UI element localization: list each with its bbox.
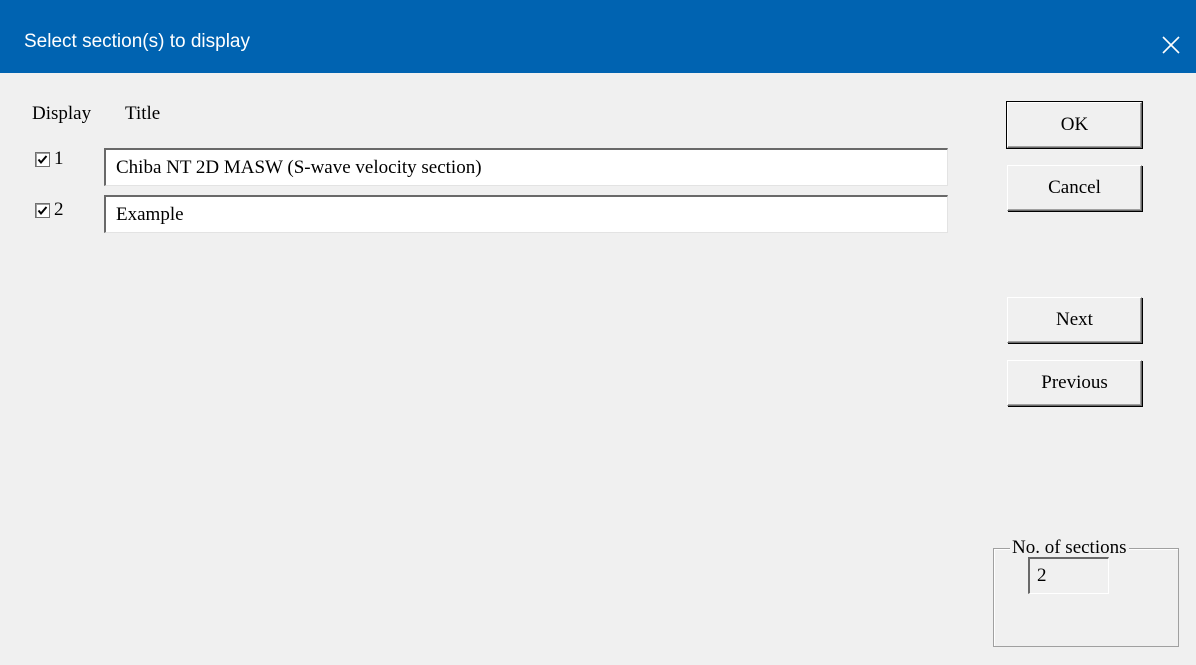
title-bar: Select section(s) to display <box>0 0 1196 73</box>
ok-button[interactable]: OK <box>1006 101 1143 149</box>
checkmark-icon <box>37 206 48 216</box>
close-button[interactable] <box>1146 22 1196 68</box>
title-column-header: Title <box>125 103 161 124</box>
section-title-input-1[interactable] <box>104 148 948 186</box>
previous-button[interactable]: Previous <box>1007 360 1142 406</box>
checkmark-icon <box>37 155 48 165</box>
display-checkbox-2[interactable] <box>35 203 50 218</box>
cancel-button[interactable]: Cancel <box>1007 165 1142 211</box>
section-count-field[interactable]: 2 <box>1028 557 1109 594</box>
window-frame <box>0 73 10 665</box>
display-column-header: Display <box>32 103 92 124</box>
window-title: Select section(s) to display <box>24 31 250 52</box>
close-icon <box>1162 36 1180 54</box>
section-number-2: 2 <box>54 199 64 220</box>
section-count-label: No. of sections <box>1010 537 1129 559</box>
next-button[interactable]: Next <box>1007 297 1142 343</box>
section-title-input-2[interactable] <box>104 195 948 233</box>
section-number-1: 1 <box>54 148 64 169</box>
display-checkbox-1[interactable] <box>35 152 50 167</box>
